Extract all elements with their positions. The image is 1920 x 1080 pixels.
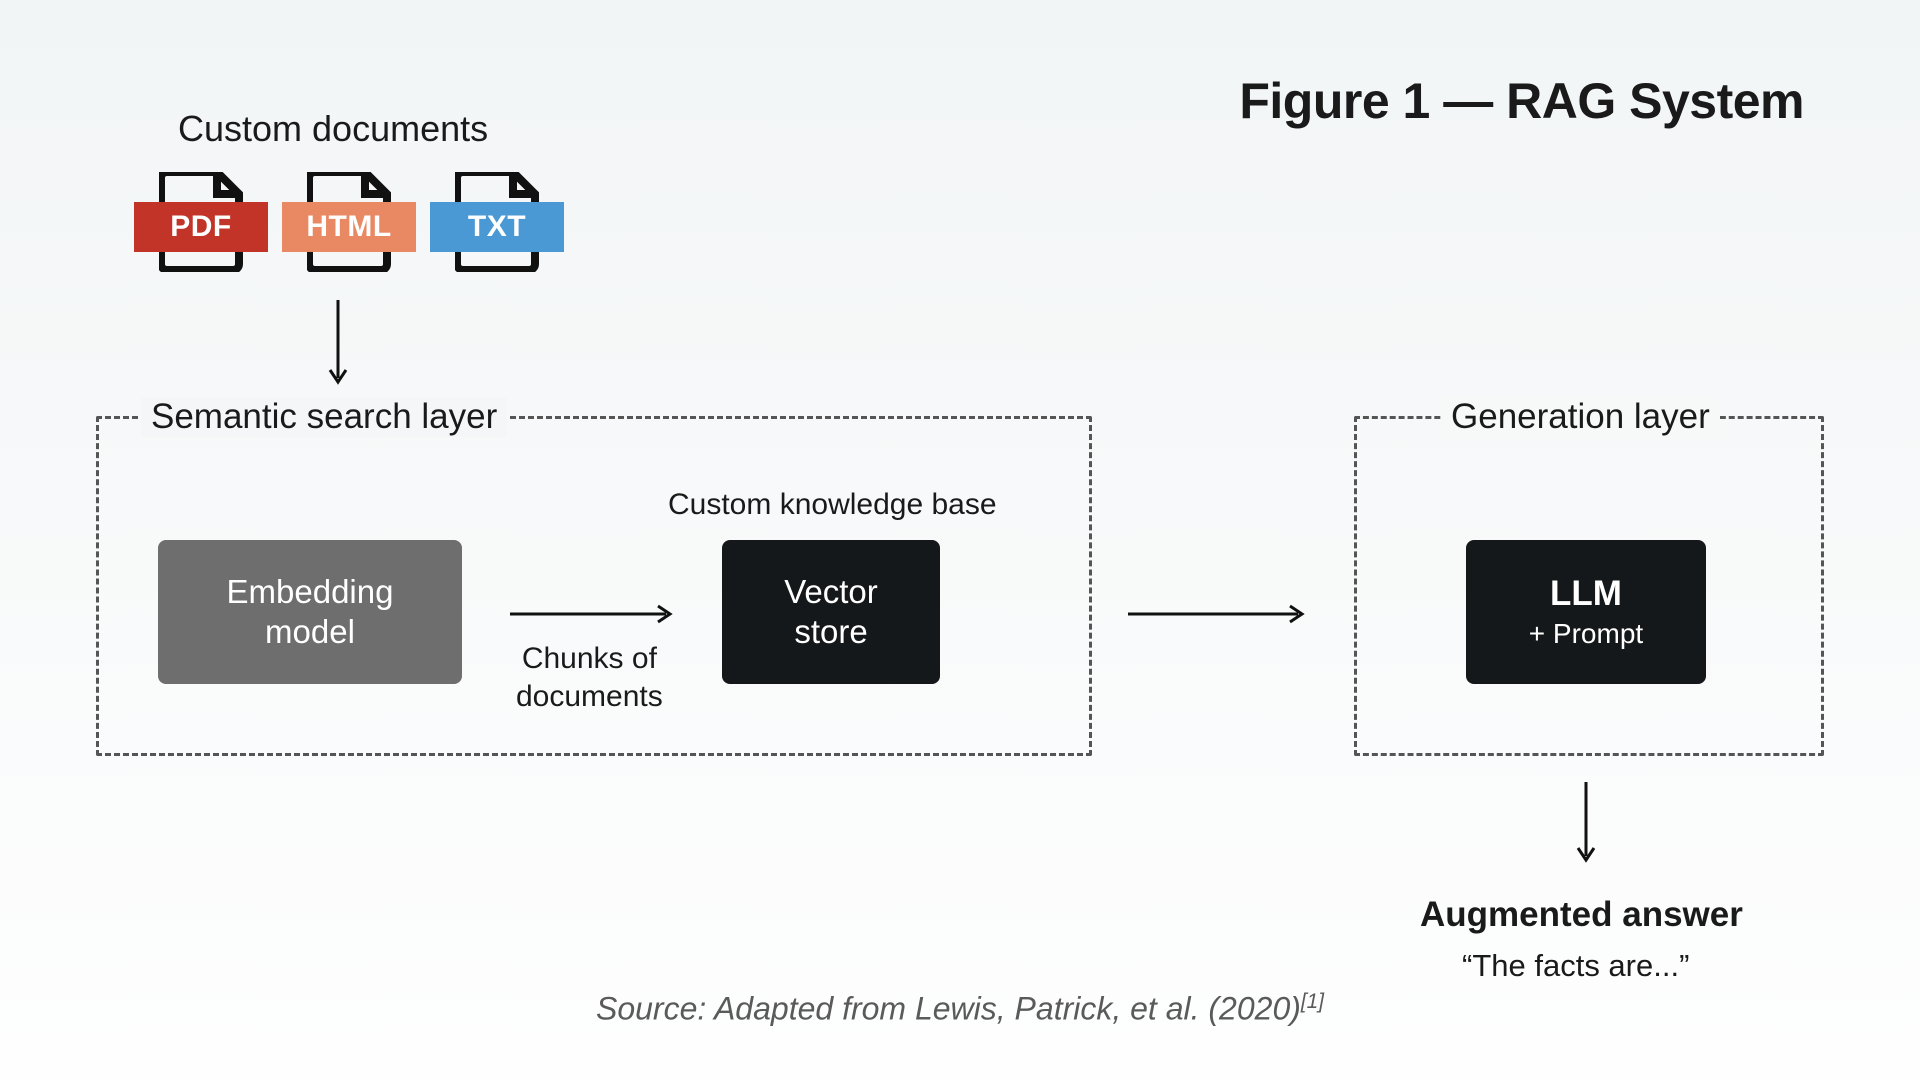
chunks-label: Chunks of documents	[516, 640, 663, 715]
chunks-line1: Chunks of	[522, 642, 657, 675]
source-text: Source: Adapted from Lewis, Patrick, et …	[596, 991, 1301, 1027]
semantic-layer-label: Semantic search layer	[141, 397, 507, 437]
pdf-badge: PDF	[134, 202, 268, 252]
document-pdf: PDF	[134, 172, 268, 278]
vector-line2: store	[794, 612, 867, 652]
arrow-down-docs-to-embedding	[328, 300, 348, 392]
html-badge: HTML	[282, 202, 416, 252]
source-citation: Source: Adapted from Lewis, Patrick, et …	[596, 990, 1324, 1028]
chunks-line2: documents	[516, 680, 663, 713]
arrow-embedding-to-vector	[510, 604, 680, 624]
llm-subtitle: + Prompt	[1529, 617, 1643, 651]
arrow-vector-to-llm	[1128, 604, 1312, 624]
llm-block: LLM + Prompt	[1466, 540, 1706, 684]
vector-line1: Vector	[784, 572, 878, 612]
source-cite: [1]	[1301, 990, 1324, 1013]
generation-layer-label: Generation layer	[1441, 397, 1720, 437]
embedding-model-block: Embedding model	[158, 540, 462, 684]
document-html: HTML	[282, 172, 416, 278]
embedding-line2: model	[265, 612, 355, 652]
document-icons-row: PDF HTML TXT	[134, 172, 564, 278]
knowledge-base-label: Custom knowledge base	[668, 488, 997, 522]
embedding-line1: Embedding	[227, 572, 394, 612]
txt-badge: TXT	[430, 202, 564, 252]
augmented-answer-example: “The facts are...”	[1462, 948, 1689, 984]
document-txt: TXT	[430, 172, 564, 278]
vector-store-block: Vector store	[722, 540, 940, 684]
figure-title: Figure 1 — RAG System	[1239, 72, 1804, 130]
augmented-answer-title: Augmented answer	[1420, 895, 1743, 935]
arrow-llm-to-answer	[1576, 782, 1596, 870]
custom-documents-heading: Custom documents	[178, 108, 488, 150]
llm-title: LLM	[1550, 573, 1622, 615]
